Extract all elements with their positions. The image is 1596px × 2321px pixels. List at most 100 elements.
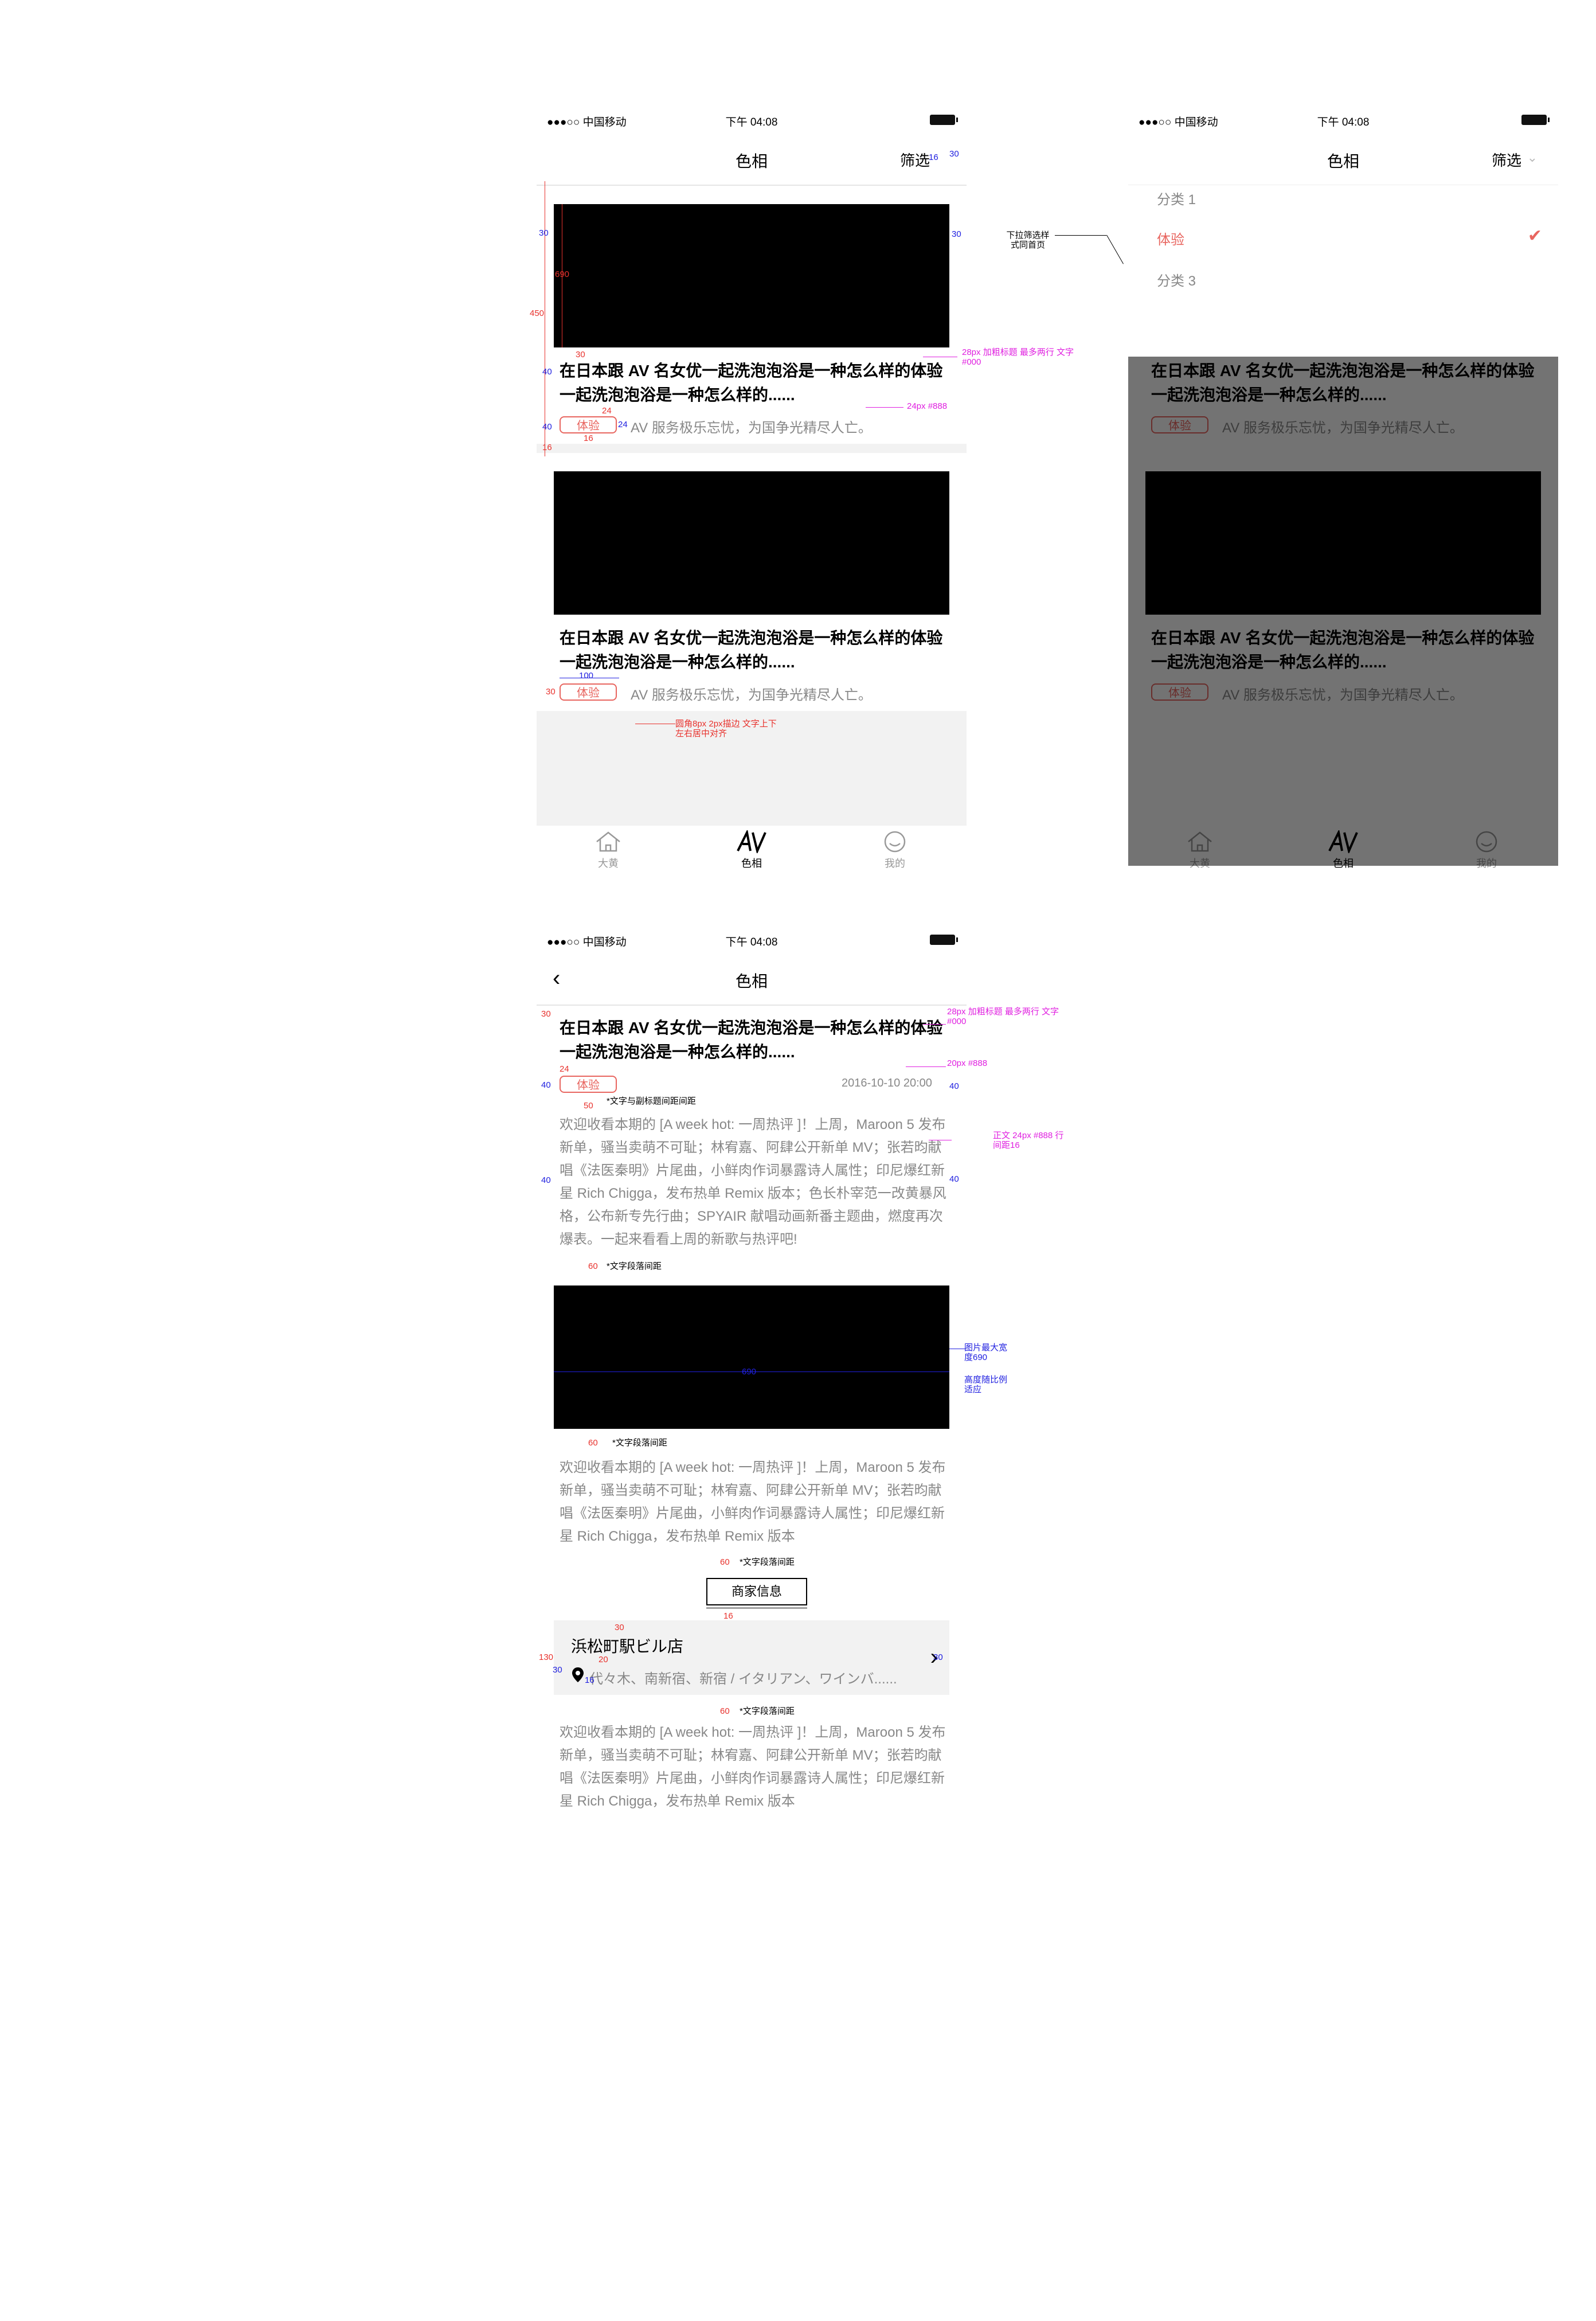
page-title: 色相 xyxy=(735,972,768,990)
article-date: 2016-10-10 20:00 xyxy=(842,1077,932,1089)
title-spec-note: 28px 加粗标题 最多两行 文字 #000 xyxy=(947,1007,1059,1026)
dim-label: 30 xyxy=(541,1009,551,1019)
dim-label: 50 xyxy=(584,1101,593,1111)
status-bar: ●●●○○ 中国移动 下午 04:08 xyxy=(1128,109,1558,132)
date-spec-note: 20px #888 xyxy=(947,1058,988,1068)
status-time: 下午 04:08 xyxy=(725,116,778,128)
body-paragraph: 欢迎收看本期的 [A week hot: 一周热评 ]！上周，Maroon 5 … xyxy=(560,1725,946,1809)
img-spec-note: 高度随比例 适应 xyxy=(964,1375,1008,1394)
dim-label: 16 xyxy=(542,443,552,452)
dim-label: 30 xyxy=(576,350,585,360)
dim-label: 40 xyxy=(541,1080,551,1090)
gap-note: *文字段落间距 xyxy=(607,1261,662,1271)
filter-button[interactable]: 筛选 xyxy=(1492,149,1521,170)
article-image[interactable] xyxy=(554,471,949,615)
article-desc: AV 服务极乐忘忧，为国争光精尽人亡。 xyxy=(631,420,872,436)
dropdown-item[interactable]: 分类 1 xyxy=(1157,188,1196,208)
article-title[interactable]: 在日本跟 AV 名女优一起洗泡泡浴是一种怎么样的体验一起洗泡泡浴是一种怎么样的.… xyxy=(560,359,955,407)
home-icon xyxy=(596,831,620,852)
dim-label: 30 xyxy=(539,228,549,238)
leader-line xyxy=(1055,235,1106,236)
battery-icon xyxy=(930,935,958,945)
dim-label: 690 xyxy=(742,1367,757,1377)
nav-bar: 色相 筛选 xyxy=(537,132,967,186)
dim-label: 60 xyxy=(720,1557,730,1567)
gap-note: *文字段落间距 xyxy=(740,1706,795,1716)
nav-bar: 色相 筛选 ⌄ xyxy=(1128,132,1558,185)
dim-label: 16 xyxy=(585,1675,594,1685)
leader-line xyxy=(1106,235,1124,264)
merchant-info-button[interactable]: 商家信息 xyxy=(706,1578,807,1605)
nav-bar: ‹ 色相 xyxy=(537,952,967,1006)
av-icon xyxy=(737,830,766,853)
screen-list: ●●●○○ 中国移动 下午 04:08 色相 筛选 在日本跟 AV 名女优一起洗… xyxy=(537,109,967,883)
article-desc: AV 服务极乐忘忧，为国争光精尽人亡。 xyxy=(631,687,872,703)
tab-bar: 大黄 色相 我的 xyxy=(537,826,967,883)
tag-spec-note: 圆角8px 2px描边 文字上下左右居中对齐 xyxy=(675,719,777,739)
article-image xyxy=(554,1285,949,1429)
dim-label: 40 xyxy=(949,1081,959,1091)
tab-label: 大黄 xyxy=(598,858,619,869)
leader-line xyxy=(906,1066,946,1067)
dim-label: 30 xyxy=(553,1665,562,1675)
dim-label: 16 xyxy=(723,1611,733,1621)
gap-note: *文字与副标题间距间距 xyxy=(607,1096,696,1106)
dim-label: 40 xyxy=(949,1174,959,1184)
dropdown-item[interactable]: 分类 3 xyxy=(1157,269,1196,290)
dropdown-spec-note: 下拉筛选样 式同首页 xyxy=(1006,230,1050,250)
article-image[interactable] xyxy=(554,204,949,347)
article-title: 在日本跟 AV 名女优一起洗泡泡浴是一种怎么样的体验一起洗泡泡浴是一种怎么样的.… xyxy=(560,1019,943,1061)
shop-card[interactable]: 浜松町駅ビル店 代々木、南新宿、新宿 / イタリアン、ワインバ...... › xyxy=(554,1620,949,1695)
dim-label: 30 xyxy=(933,1652,943,1662)
dim-label: 450 xyxy=(530,308,545,318)
tab-color[interactable]: 色相 xyxy=(680,830,823,870)
tag-badge: 体验 xyxy=(560,683,617,701)
dim-label: 130 xyxy=(539,1652,554,1662)
dim-label: 690 xyxy=(555,269,570,279)
dim-label: 60 xyxy=(720,1706,730,1716)
gap-note: *文字段落间距 xyxy=(612,1438,667,1448)
dim-label: 24 xyxy=(602,406,612,416)
dim-label: 16 xyxy=(584,433,593,443)
desc-spec-note: 24px #888 xyxy=(907,401,948,411)
title-spec-note: 28px 加粗标题 最多两行 文字 #000 xyxy=(962,347,1074,367)
body-spec-note: 正文 24px #888 行间距16 xyxy=(993,1131,1064,1150)
battery-icon xyxy=(1521,115,1550,125)
dim-label: 24 xyxy=(618,420,628,429)
dim-label: 16 xyxy=(929,153,938,162)
dim-overlay[interactable] xyxy=(1128,357,1558,866)
dim-label: 40 xyxy=(542,422,552,432)
status-time: 下午 04:08 xyxy=(725,936,778,948)
dim-label: 30 xyxy=(949,149,959,159)
shop-name: 浜松町駅ビル店 xyxy=(571,1638,684,1655)
status-bar: ●●●○○ 中国移动 下午 04:08 xyxy=(537,929,967,952)
tab-mine[interactable]: 我的 xyxy=(823,830,967,870)
body-paragraph: 欢迎收看本期的 [A week hot: 一周热评 ]！上周，Maroon 5 … xyxy=(560,1460,946,1544)
location-icon xyxy=(572,1667,584,1682)
leader-line xyxy=(923,1024,946,1025)
filter-button[interactable]: 筛选 xyxy=(900,149,930,170)
dim-label: 100 xyxy=(579,671,594,681)
dim-label: 20 xyxy=(598,1655,608,1664)
merchant-info-label: 商家信息 xyxy=(731,1584,782,1599)
dropdown-item-selected[interactable]: 体验 xyxy=(1157,228,1184,248)
separator xyxy=(537,444,967,453)
tab-label: 我的 xyxy=(885,858,905,869)
smile-icon xyxy=(884,831,906,853)
tag-badge: 体验 xyxy=(560,1076,617,1093)
article-title[interactable]: 在日本跟 AV 名女优一起洗泡泡浴是一种怎么样的体验一起洗泡泡浴是一种怎么样的.… xyxy=(560,626,955,674)
dim-label: 40 xyxy=(541,1175,551,1185)
dim-label: 40 xyxy=(542,367,552,377)
gap-note: *文字段落间距 xyxy=(740,1557,795,1567)
tab-label: 色相 xyxy=(741,858,762,869)
dim-label: 30 xyxy=(952,229,961,239)
tab-home[interactable]: 大黄 xyxy=(537,830,680,870)
dim-label: 24 xyxy=(560,1064,569,1074)
tag-badge: 体验 xyxy=(560,416,617,433)
dim-label: 60 xyxy=(588,1261,598,1271)
screen-filter: ●●●○○ 中国移动 下午 04:08 色相 筛选 ⌄ 分类 1 体验 ✔ 分类… xyxy=(1128,109,1558,872)
dim-label: 60 xyxy=(588,1438,598,1448)
dim-label: 30 xyxy=(615,1623,624,1632)
img-spec-note: 图片最大宽 度690 xyxy=(964,1343,1008,1362)
battery-icon xyxy=(930,115,958,125)
